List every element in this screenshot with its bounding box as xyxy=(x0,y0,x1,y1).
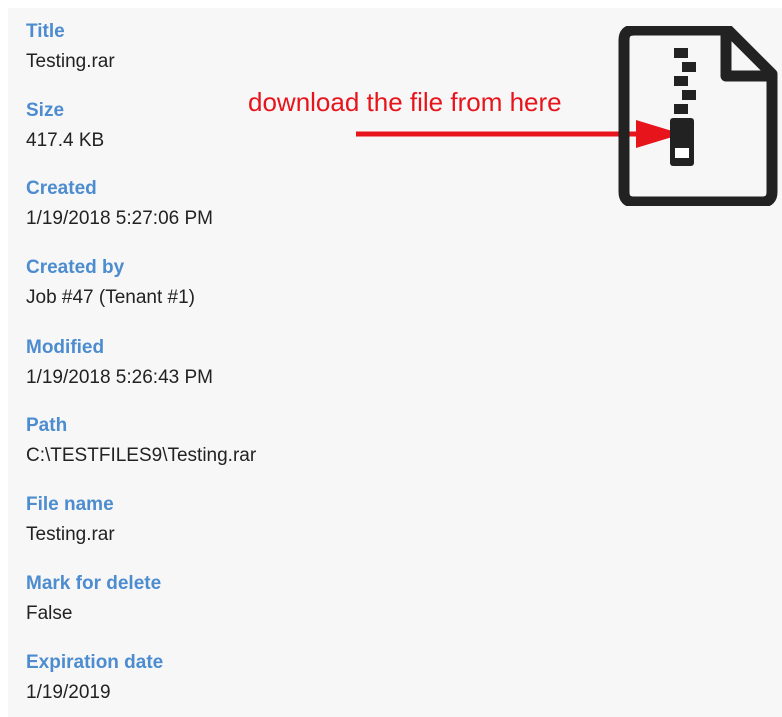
property-mark-for-delete: Mark for delete False xyxy=(26,572,161,626)
property-title: Title Testing.rar xyxy=(26,20,115,74)
property-label: Size xyxy=(26,100,65,121)
property-modified: Modified 1/19/2018 5:26:43 PM xyxy=(26,336,213,390)
property-label: Created xyxy=(26,178,97,199)
property-label: Created by xyxy=(26,257,125,278)
property-value: Job #47 (Tenant #1) xyxy=(26,287,196,308)
zip-file-icon[interactable] xyxy=(618,26,778,206)
property-value: 417.4 KB xyxy=(26,130,105,151)
property-value: Testing.rar xyxy=(26,524,115,545)
property-label: File name xyxy=(26,494,114,515)
property-label: Expiration date xyxy=(26,652,164,673)
property-label: Path xyxy=(26,415,68,436)
property-value: 1/19/2019 xyxy=(26,682,111,703)
property-size: Size 417.4 KB xyxy=(26,99,104,153)
property-expiration-date: Expiration date 1/19/2019 xyxy=(26,651,163,705)
property-path: Path C:\TESTFILES9\Testing.rar xyxy=(26,414,256,468)
property-label: Modified xyxy=(26,337,105,358)
property-value: Testing.rar xyxy=(26,51,115,72)
download-annotation: download the file from here xyxy=(248,87,562,117)
property-value: False xyxy=(26,603,73,624)
property-value: C:\TESTFILES9\Testing.rar xyxy=(26,445,257,466)
property-value: 1/19/2018 5:27:06 PM xyxy=(26,208,213,229)
property-label: Mark for delete xyxy=(26,573,162,594)
property-created: Created 1/19/2018 5:27:06 PM xyxy=(26,177,213,231)
property-value: 1/19/2018 5:26:43 PM xyxy=(26,367,213,388)
property-label: Title xyxy=(26,21,65,42)
property-file-name: File name Testing.rar xyxy=(26,493,115,547)
property-created-by: Created by Job #47 (Tenant #1) xyxy=(26,256,195,310)
